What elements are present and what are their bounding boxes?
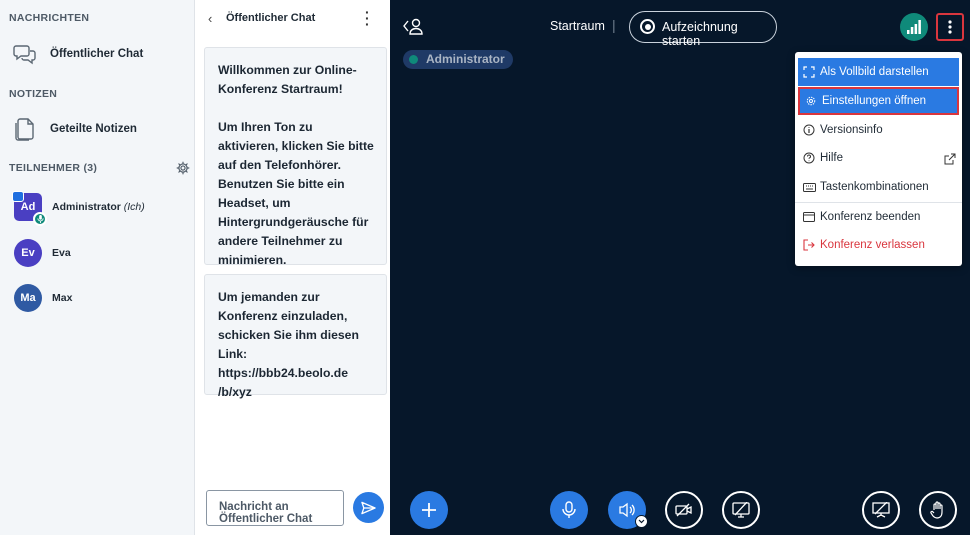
sidebar-item-label: Öffentlicher Chat <box>50 48 144 60</box>
presentation-toggle-button[interactable] <box>862 491 900 529</box>
logout-icon <box>798 239 820 251</box>
audio-options-chevron-icon[interactable] <box>635 515 648 528</box>
external-link-icon <box>944 152 956 170</box>
invite-link-path[interactable]: /b/xyz <box>218 385 252 399</box>
actions-button[interactable] <box>410 491 448 529</box>
send-button[interactable] <box>353 492 384 523</box>
menu-item-help[interactable]: Hilfe <box>798 144 959 172</box>
chat-options-icon[interactable]: · · · <box>365 5 370 31</box>
user-self-label: (Ich) <box>123 201 145 213</box>
welcome-message: Willkommen zur Online-Konferenz Startrau… <box>204 47 387 267</box>
talking-indicator: Administrator <box>403 50 513 69</box>
sidebar-item-shared-notes[interactable]: Geteilte Notizen <box>0 111 195 147</box>
settings-icon <box>800 95 822 107</box>
document-icon <box>0 117 50 141</box>
chat-bubbles-icon <box>0 43 50 65</box>
menu-item-version-info[interactable]: Versionsinfo <box>798 116 959 144</box>
gear-icon[interactable] <box>176 161 190 175</box>
room-title: Startraum <box>550 19 605 33</box>
hand-icon <box>930 501 943 519</box>
microphone-icon <box>562 501 576 518</box>
microphone-button[interactable] <box>550 491 588 529</box>
help-icon <box>798 152 820 164</box>
connection-status-button[interactable] <box>900 13 928 41</box>
record-icon <box>640 19 655 34</box>
menu-item-shortcuts[interactable]: Tastenkombinationen <box>798 173 959 201</box>
user-item-max[interactable]: Ma Max <box>0 278 195 318</box>
chat-panel: ‹ Öffentlicher Chat · · · Willkommen zur O… <box>195 0 390 535</box>
camera-off-icon <box>675 503 692 517</box>
camera-button[interactable] <box>665 491 703 529</box>
sidebar-item-public-chat[interactable]: Öffentlicher Chat <box>0 36 195 72</box>
kebab-icon <box>948 20 952 34</box>
end-conference-icon <box>798 212 820 222</box>
user-item-eva[interactable]: Ev Eva <box>0 233 195 273</box>
menu-item-end-conference[interactable]: Konferenz beenden <box>798 203 959 231</box>
sidebar-item-label: Geteilte Notizen <box>50 123 137 135</box>
send-icon <box>361 501 376 514</box>
screenshare-button[interactable] <box>722 491 760 529</box>
chat-message-input[interactable]: Nachricht an Öffentlicher Chat <box>206 490 344 526</box>
microphone-badge-icon <box>33 212 47 226</box>
users-section-title: TEILNEHMER (3) <box>9 162 98 174</box>
invite-link[interactable]: https://bbb24.beolo.de <box>218 366 348 380</box>
options-dropdown-menu: Als Vollbild darstellen Einstellungen öf… <box>795 52 962 266</box>
audio-instructions: Um Ihren Ton zu aktivieren, klicken Sie … <box>218 120 374 267</box>
title-separator: | <box>612 17 616 33</box>
fullscreen-icon <box>798 66 820 78</box>
user-name: Eva <box>52 247 71 259</box>
menu-item-fullscreen[interactable]: Als Vollbild darstellen <box>798 58 959 86</box>
user-list-sidebar: NACHRICHTEN Öffentlicher Chat NOTIZEN Ge… <box>0 0 195 535</box>
plus-icon <box>422 503 436 517</box>
record-button[interactable]: Aufzeichnung starten <box>629 11 777 48</box>
presenter-icon <box>12 191 24 202</box>
raise-hand-button[interactable] <box>919 491 957 529</box>
chevron-left-icon[interactable]: ‹ <box>208 11 212 26</box>
screenshare-off-icon <box>732 502 750 518</box>
presentation-icon <box>872 502 890 518</box>
talking-dot-icon <box>409 55 418 64</box>
options-menu-button[interactable] <box>936 13 964 41</box>
chat-title: Öffentlicher Chat <box>226 12 316 24</box>
signal-bars-icon <box>907 20 921 34</box>
avatar: Ev <box>14 239 42 267</box>
invite-message: Um jemanden zur Konferenz einzuladen, sc… <box>204 274 387 399</box>
messages-section-title: NACHRICHTEN <box>9 12 90 24</box>
speaker-icon <box>619 502 635 518</box>
notes-section-title: NOTIZEN <box>9 88 58 100</box>
avatar: Ma <box>14 284 42 312</box>
user-name: Administrator (Ich) <box>52 201 145 213</box>
keyboard-icon <box>798 182 820 192</box>
user-name: Max <box>52 292 73 304</box>
room-name-inline: Startraum <box>280 82 339 96</box>
user-item-administrator[interactable]: Ad Administrator (Ich) <box>0 187 195 227</box>
menu-item-settings[interactable]: Einstellungen öffnen <box>798 87 959 115</box>
talking-user-name: Administrator <box>426 52 505 66</box>
menu-item-leave-conference[interactable]: Konferenz verlassen <box>798 231 959 259</box>
info-icon <box>798 124 820 136</box>
record-label: Aufzeichnung starten <box>662 20 738 48</box>
toggle-userlist-icon[interactable] <box>402 17 424 40</box>
